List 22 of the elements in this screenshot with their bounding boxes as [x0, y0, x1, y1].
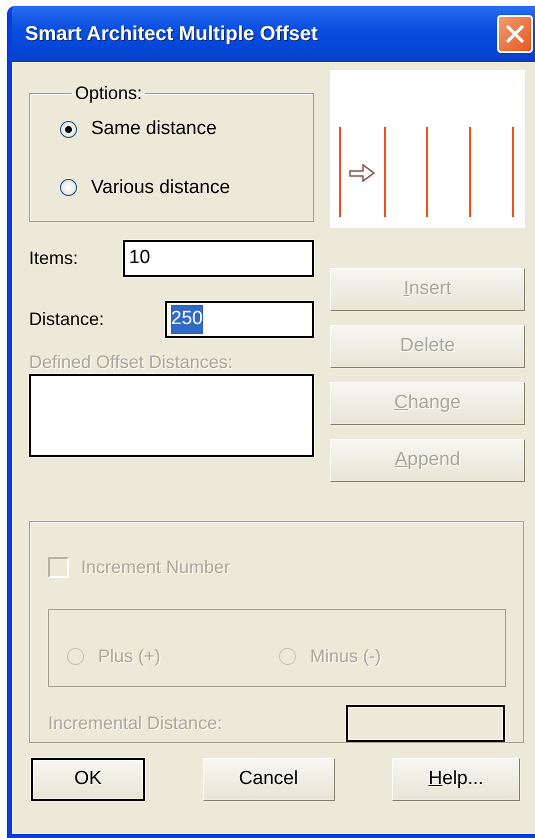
checkbox-label: Increment Number — [81, 556, 230, 579]
list-label: Defined Offset Distances: — [29, 352, 234, 374]
radio-label: Same distance — [91, 117, 217, 141]
radio-label: Plus (+) — [98, 644, 161, 668]
close-button[interactable] — [497, 15, 533, 53]
radio-label: Various distance — [91, 176, 230, 200]
incremental-distance-label: Incremental Distance: — [48, 712, 222, 735]
offset-distances-list[interactable] — [29, 374, 314, 457]
close-icon — [505, 24, 525, 44]
window-title: Smart Architect Multiple Offset — [25, 22, 318, 47]
dialog-button[interactable]: OK — [31, 758, 145, 801]
items-field[interactable]: 10 — [123, 240, 314, 277]
dialog-button[interactable]: Cancel — [202, 758, 334, 801]
items-label: Items: — [29, 247, 80, 270]
incremental-distance-field[interactable] — [346, 705, 505, 742]
group-label: Options: — [74, 84, 144, 102]
distance-label: Distance: — [29, 308, 106, 331]
radio-button[interactable] — [60, 179, 77, 196]
radio-label: Minus (-) — [310, 644, 381, 668]
radio-button[interactable] — [60, 120, 77, 138]
dialog-button[interactable]: Help... — [392, 758, 520, 801]
distance-field[interactable]: 250 — [165, 301, 314, 338]
